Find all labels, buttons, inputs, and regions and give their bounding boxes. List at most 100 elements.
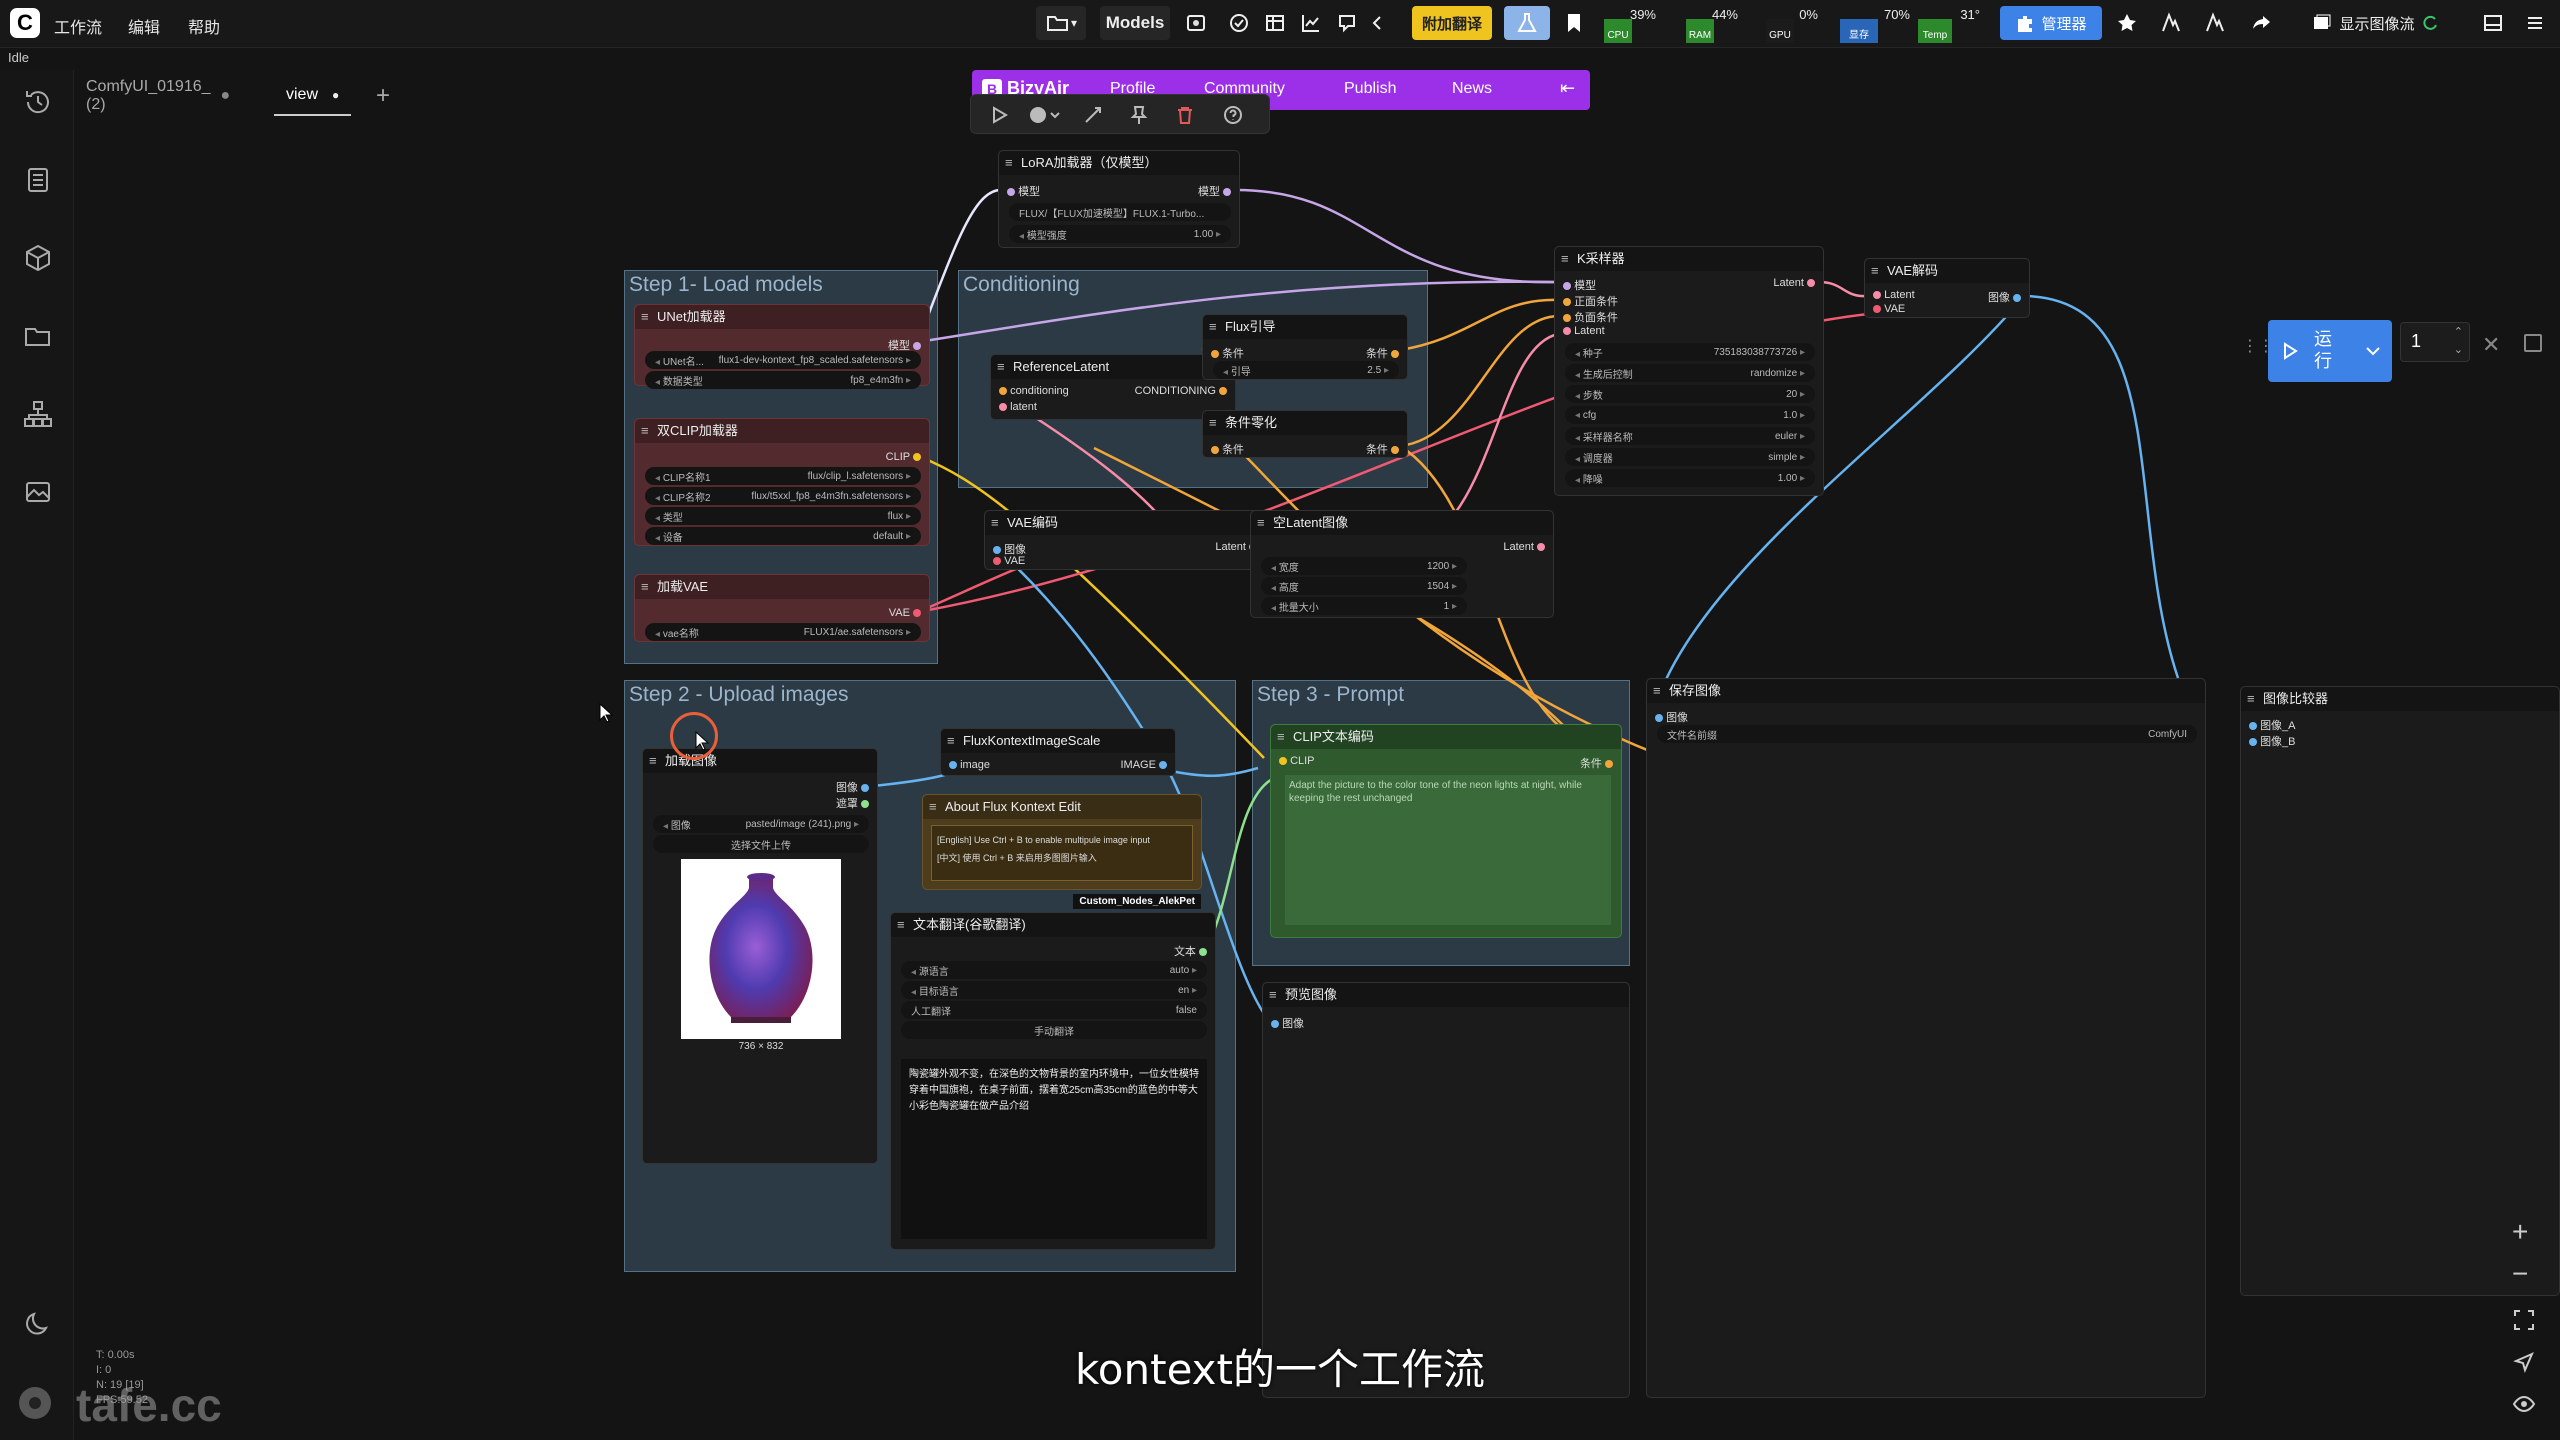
node-vae-encode[interactable]: VAE编码 图像 Latent VAE bbox=[984, 510, 1266, 570]
menu-help[interactable]: 帮助 bbox=[188, 14, 220, 38]
stop-icon[interactable] bbox=[2524, 334, 2542, 352]
clip-type-widget[interactable]: 类型flux bbox=[645, 507, 921, 525]
clip2-widget[interactable]: CLIP名称2flux/t5xxl_fp8_e4m3fn.safetensors bbox=[645, 487, 921, 505]
output-clip[interactable]: CLIP bbox=[886, 451, 921, 463]
input-model[interactable]: 模型 bbox=[1007, 183, 1040, 199]
node-load-image[interactable]: 加载图像 图像 遮罩 图像pasted/image (241).png 选择文件… bbox=[642, 748, 878, 1164]
node-vae-decode[interactable]: VAE解码 Latent 图像 VAE bbox=[1864, 258, 2030, 318]
batch-size-widget[interactable]: 批量大小1 bbox=[1261, 597, 1467, 615]
input-latent[interactable]: Latent bbox=[1873, 289, 1915, 301]
guidance-widget[interactable]: 引导2.5 bbox=[1213, 361, 1399, 379]
sampler-widget[interactable]: 采样器名称euler bbox=[1565, 427, 1815, 445]
batch-count-input[interactable]: 1 ⌃ ⌄ bbox=[2400, 322, 2470, 362]
unet-dtype-widget[interactable]: 数据类型fp8_e4m3fn bbox=[645, 371, 921, 389]
node-about-flux-kontext[interactable]: About Flux Kontext Edit [English] Use Ct… bbox=[922, 794, 1202, 909]
filename-prefix-widget[interactable]: 文件名前缀 ComfyUI bbox=[1657, 725, 2197, 743]
wave-icon-1[interactable] bbox=[2154, 6, 2188, 40]
zoom-out-icon[interactable]: − bbox=[2512, 1258, 2528, 1290]
input-image-a[interactable]: 图像_A bbox=[2249, 717, 2296, 733]
width-widget[interactable]: 宽度1200 bbox=[1261, 557, 1467, 575]
node-lora-loader[interactable]: LoRA加载器（仅模型） 模型 模型 FLUX/【FLUX加速模型】FLUX.1… bbox=[998, 150, 1240, 248]
tab-view[interactable]: view ● bbox=[274, 76, 352, 116]
input-positive[interactable]: 正面条件 bbox=[1563, 293, 1618, 309]
input-clip[interactable]: CLIP bbox=[1279, 755, 1315, 767]
input-conditioning[interactable]: conditioning bbox=[999, 385, 1069, 397]
clip-prompt-textarea[interactable]: Adapt the picture to the color tone of t… bbox=[1285, 775, 1611, 925]
close-icon[interactable]: ✕ bbox=[2482, 332, 2500, 358]
menu-edit[interactable]: 编辑 bbox=[128, 14, 160, 38]
output-image[interactable]: 图像 bbox=[836, 779, 869, 795]
fit-view-icon[interactable] bbox=[2512, 1308, 2536, 1332]
input-negative[interactable]: 负面条件 bbox=[1563, 309, 1618, 325]
lora-strength-widget[interactable]: 模型强度1.00 bbox=[1009, 225, 1231, 243]
bookmark-icon[interactable] bbox=[1556, 6, 1592, 40]
history-icon[interactable] bbox=[22, 86, 54, 118]
input-condition[interactable]: 条件 bbox=[1211, 345, 1244, 361]
input-image-b[interactable]: 图像_B bbox=[2249, 733, 2296, 749]
help-icon[interactable] bbox=[1223, 105, 1243, 125]
models-button[interactable]: Models bbox=[1100, 6, 1170, 40]
output-mask[interactable]: 遮罩 bbox=[836, 795, 869, 811]
control-after-widget[interactable]: 生成后控制randomize bbox=[1565, 364, 1815, 382]
table-icon[interactable] bbox=[1258, 6, 1292, 40]
delete-icon[interactable] bbox=[1175, 105, 1195, 125]
output-vae[interactable]: VAE bbox=[889, 607, 921, 619]
cfg-widget[interactable]: cfg1.0 bbox=[1565, 406, 1815, 424]
node-image-comparer[interactable]: 图像比较器 图像_A 图像_B bbox=[2240, 686, 2560, 1296]
tab-comfyui-01916[interactable]: ComfyUI_01916_ (2) ● bbox=[74, 76, 242, 116]
node-empty-latent[interactable]: 空Latent图像 Latent 宽度1200 高度1504 批量大小1 bbox=[1250, 510, 1554, 618]
input-vae[interactable]: VAE bbox=[993, 555, 1025, 567]
color-picker-icon[interactable] bbox=[1029, 105, 1061, 125]
image-file-widget[interactable]: 图像pasted/image (241).png bbox=[653, 815, 869, 833]
node-graph-canvas[interactable]: Step 1- Load models Conditioning Step 2 … bbox=[74, 118, 2560, 1440]
clip1-widget[interactable]: CLIP名称1flux/clip_l.safetensors bbox=[645, 467, 921, 485]
model-cube-icon[interactable] bbox=[22, 242, 54, 274]
collapse-icon[interactable]: ⇤ bbox=[1560, 78, 1575, 99]
node-library-icon[interactable] bbox=[22, 398, 54, 430]
run-button[interactable]: 运行 bbox=[2268, 320, 2392, 382]
output-model[interactable]: 模型 bbox=[1198, 183, 1231, 199]
seed-widget[interactable]: 种子735183038773726 bbox=[1565, 343, 1815, 361]
play-icon[interactable] bbox=[989, 105, 1009, 125]
output-latent[interactable]: Latent bbox=[1503, 541, 1545, 553]
input-image[interactable]: 图像 bbox=[1655, 709, 1688, 725]
node-save-image[interactable]: 保存图像 图像 文件名前缀ComfyUI bbox=[1646, 678, 2206, 1398]
node-flux-guidance[interactable]: Flux引导 条件 条件 引导2.5 bbox=[1202, 314, 1408, 380]
node-text-translate[interactable]: 文本翻译(谷歌翻译) 文本 源语言auto 目标语言en 人工翻译false 手… bbox=[890, 912, 1216, 1250]
node-conditioning-zero-out[interactable]: 条件零化 条件 条件 bbox=[1202, 410, 1408, 458]
translate-button[interactable]: 附加翻译 bbox=[1412, 6, 1492, 40]
unet-name-widget[interactable]: UNet名...flux1-dev-kontext_fp8_scaled.saf… bbox=[645, 351, 921, 369]
manager-button[interactable]: 管理器 bbox=[2000, 6, 2102, 40]
steps-widget[interactable]: 步数20 bbox=[1565, 385, 1815, 403]
output-latent[interactable]: Latent bbox=[1773, 277, 1815, 289]
node-flux-kontext-image-scale[interactable]: FluxKontextImageScale image IMAGE bbox=[940, 728, 1176, 776]
vae-name-widget[interactable]: vae名称FLUX1/ae.safetensors bbox=[645, 623, 921, 641]
node-reference-latent[interactable]: ReferenceLatent conditioning CONDITIONIN… bbox=[990, 354, 1236, 420]
node-clip-text-encode[interactable]: CLIP文本编码 CLIP 条件 Adapt the picture to th… bbox=[1270, 724, 1622, 938]
node-vae-loader[interactable]: 加载VAE VAE vae名称FLUX1/ae.safetensors bbox=[634, 574, 930, 642]
output-image[interactable]: 图像 bbox=[1988, 289, 2021, 305]
input-latent[interactable]: latent bbox=[999, 401, 1037, 413]
denoise-widget[interactable]: 降噪1.00 bbox=[1565, 469, 1815, 487]
output-text[interactable]: 文本 bbox=[1174, 943, 1207, 959]
comment-icon[interactable] bbox=[1330, 6, 1364, 40]
source-language-widget[interactable]: 源语言auto bbox=[901, 961, 1207, 979]
output-conditioning[interactable]: 条件 bbox=[1580, 755, 1613, 771]
folder-dropdown-button[interactable]: ▾ bbox=[1036, 6, 1086, 40]
flask-icon[interactable] bbox=[1504, 6, 1550, 40]
check-icon[interactable] bbox=[1222, 6, 1256, 40]
menu-workflow[interactable]: 工作流 bbox=[54, 14, 102, 38]
image-gallery-icon[interactable] bbox=[22, 476, 54, 508]
input-image[interactable]: 图像 bbox=[1271, 1015, 1304, 1031]
pin-icon[interactable] bbox=[1129, 105, 1149, 125]
output-conditioning[interactable]: CONDITIONING bbox=[1135, 385, 1227, 397]
output-condition[interactable]: 条件 bbox=[1366, 441, 1399, 457]
height-widget[interactable]: 高度1504 bbox=[1261, 577, 1467, 595]
output-condition[interactable]: 条件 bbox=[1366, 345, 1399, 361]
queue-list-icon[interactable] bbox=[22, 164, 54, 196]
prompt-textarea[interactable]: 陶瓷罐外观不变，在深色的文物背景的室内环境中，一位女性模特穿着中国旗袍，在桌子前… bbox=[901, 1059, 1207, 1239]
bizyair-publish-link[interactable]: Publish bbox=[1344, 80, 1396, 98]
node-dual-clip-loader[interactable]: 双CLIP加载器 CLIP CLIP名称1flux/clip_l.safeten… bbox=[634, 418, 930, 546]
star-icon[interactable] bbox=[2110, 6, 2144, 40]
output-image[interactable]: IMAGE bbox=[1120, 759, 1167, 771]
